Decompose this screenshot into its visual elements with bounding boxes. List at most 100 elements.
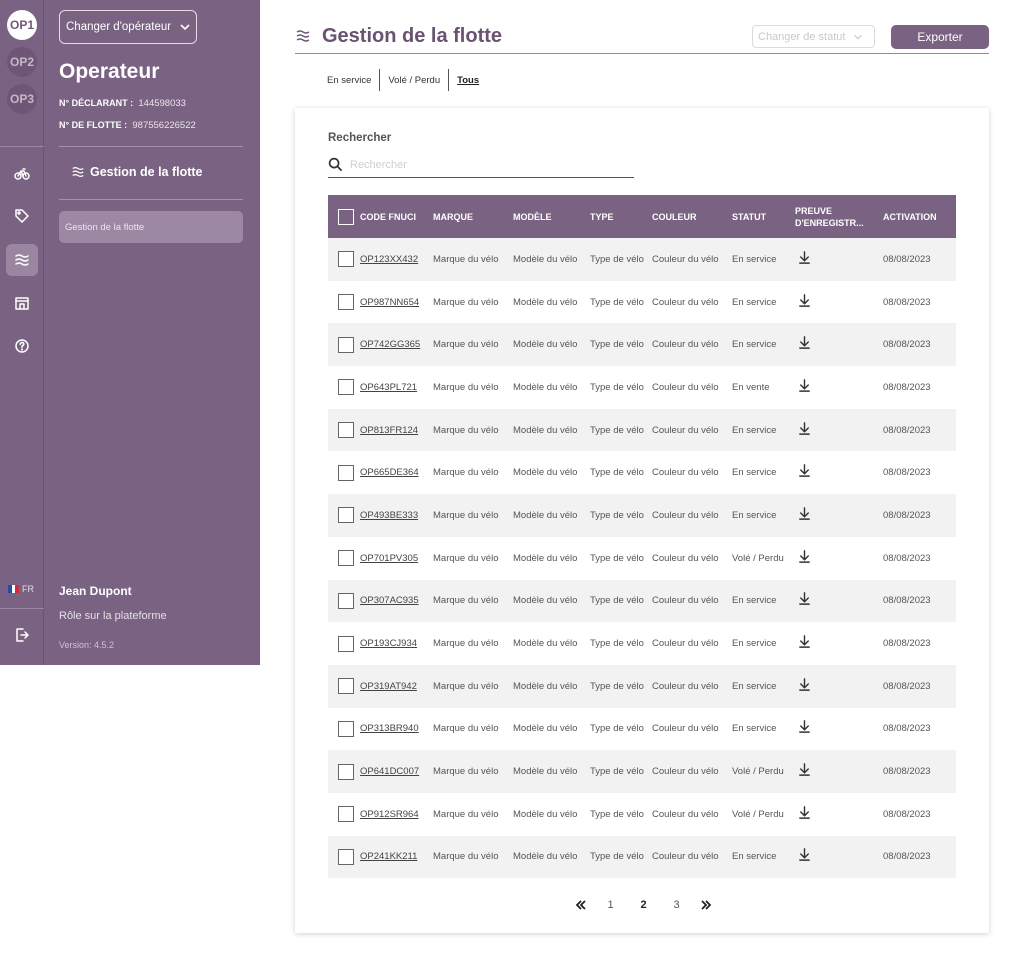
download-icon[interactable] xyxy=(795,805,883,824)
table-row: OP307AC935 Marque du vélo Modèle du vélo Ty… xyxy=(328,579,956,623)
row-checkbox[interactable] xyxy=(338,336,354,353)
download-icon[interactable] xyxy=(795,591,883,610)
row-checkbox[interactable] xyxy=(338,806,354,823)
column-header-marque[interactable]: MARQUE xyxy=(433,212,513,222)
fleet-title-icon xyxy=(295,28,311,49)
fnuci-code-link[interactable]: OP241KK211 xyxy=(360,851,417,862)
row-checkbox[interactable] xyxy=(338,464,354,481)
last-page-button[interactable] xyxy=(693,898,719,912)
download-icon[interactable] xyxy=(795,677,883,696)
fnuci-code-link[interactable]: OP643PL721 xyxy=(360,382,417,393)
filter-en-service[interactable]: En service xyxy=(327,69,381,91)
nav-item-fleet-management[interactable]: Gestion de la flotte xyxy=(59,211,243,243)
download-icon[interactable] xyxy=(795,421,883,440)
cell-modele: Modèle du vélo xyxy=(513,467,578,479)
download-icon[interactable] xyxy=(795,293,883,312)
filter-tous[interactable]: Tous xyxy=(449,69,487,91)
download-icon[interactable] xyxy=(795,847,883,866)
cell-type: Type de vélo xyxy=(590,381,644,393)
page-3[interactable]: 3 xyxy=(660,899,693,911)
download-icon[interactable] xyxy=(795,335,883,354)
cell-couleur: Couleur du vélo xyxy=(652,638,719,650)
help-icon[interactable] xyxy=(6,330,38,362)
filter-vole-perdu[interactable]: Volé / Perdu xyxy=(380,69,450,91)
row-checkbox[interactable] xyxy=(338,422,354,439)
operator-rail: OP1 OP2 OP3 FR xyxy=(0,0,44,665)
tag-icon[interactable] xyxy=(6,200,38,232)
download-icon[interactable] xyxy=(795,378,883,397)
column-header-modele[interactable]: MODÈLE xyxy=(513,212,590,222)
search-input[interactable] xyxy=(350,158,610,171)
double-chevron-left-icon xyxy=(575,900,586,910)
table-body: OP123XX432 Marque du vélo Modèle du vélo Ty… xyxy=(328,238,956,879)
operator-select[interactable]: Changer d'opérateur xyxy=(59,10,197,44)
table-header: CODE FNUCI MARQUE MODÈLE TYPE COULEUR ST… xyxy=(328,195,956,238)
fnuci-code-link[interactable]: OP307AC935 xyxy=(360,595,419,606)
row-checkbox[interactable] xyxy=(338,507,354,524)
row-checkbox[interactable] xyxy=(338,720,354,737)
column-header-type[interactable]: TYPE xyxy=(590,212,652,222)
download-icon[interactable] xyxy=(795,634,883,653)
cell-marque: Marque du vélo xyxy=(433,467,499,479)
column-header-activation[interactable]: ACTIVATION xyxy=(883,212,956,222)
download-icon[interactable] xyxy=(795,549,883,568)
cell-activation: 08/08/2023 xyxy=(883,638,931,650)
column-header-preuve[interactable]: PREUVE D'ENREGISTR... xyxy=(795,205,883,229)
operator-op1[interactable]: OP1 xyxy=(7,10,37,40)
row-checkbox[interactable] xyxy=(338,550,354,567)
row-checkbox[interactable] xyxy=(338,763,354,780)
fleet-icon[interactable] xyxy=(6,244,38,276)
row-checkbox[interactable] xyxy=(338,379,354,396)
cell-modele: Modèle du vélo xyxy=(513,339,578,351)
operator-name: Operateur xyxy=(59,60,160,83)
logout-icon[interactable] xyxy=(6,619,38,651)
fnuci-code-link[interactable]: OP987NN654 xyxy=(360,297,419,308)
rail-divider-bottom xyxy=(0,608,44,609)
fnuci-code-link[interactable]: OP193CJ934 xyxy=(360,638,417,649)
export-button[interactable]: Exporter xyxy=(891,25,989,49)
fnuci-code-link[interactable]: OP123XX432 xyxy=(360,254,418,265)
declarant-value: 144598033 xyxy=(138,98,186,109)
select-all-checkbox[interactable] xyxy=(338,208,354,225)
operator-op3[interactable]: OP3 xyxy=(7,84,37,114)
page-2[interactable]: 2 xyxy=(627,899,660,911)
row-checkbox[interactable] xyxy=(338,678,354,695)
fnuci-code-link[interactable]: OP742GG365 xyxy=(360,339,420,350)
pagination: 1 2 3 xyxy=(568,898,719,912)
row-checkbox[interactable] xyxy=(338,635,354,652)
bicycle-icon[interactable] xyxy=(6,157,38,189)
operator-op2[interactable]: OP2 xyxy=(7,47,37,77)
first-page-button[interactable] xyxy=(568,898,594,912)
page-1[interactable]: 1 xyxy=(594,899,627,911)
fnuci-code-link[interactable]: OP813FR124 xyxy=(360,425,418,436)
row-checkbox[interactable] xyxy=(338,848,354,865)
cell-couleur: Couleur du vélo xyxy=(652,467,719,479)
language-switch[interactable]: FR xyxy=(8,584,34,594)
cell-type: Type de vélo xyxy=(590,339,644,351)
fnuci-code-link[interactable]: OP701PV305 xyxy=(360,553,418,564)
column-header-code[interactable]: CODE FNUCI xyxy=(360,212,433,222)
fnuci-code-link[interactable]: OP665DE364 xyxy=(360,467,419,478)
column-header-statut[interactable]: STATUT xyxy=(732,212,795,222)
fleet-info: N° DE FLOTTE : 987556226522 xyxy=(59,120,196,131)
status-select[interactable]: Changer de statut xyxy=(752,25,875,48)
row-checkbox[interactable] xyxy=(338,294,354,311)
cell-marque: Marque du vélo xyxy=(433,339,499,351)
store-icon[interactable] xyxy=(6,287,38,319)
fnuci-code-link[interactable]: OP313BR940 xyxy=(360,723,419,734)
side-panel: Changer d'opérateur Operateur N° DÉCLARA… xyxy=(44,0,260,665)
table-row: OP313BR940 Marque du vélo Modèle du vélo Ty… xyxy=(328,708,956,751)
download-icon[interactable] xyxy=(795,506,883,525)
download-icon[interactable] xyxy=(795,762,883,781)
column-header-couleur[interactable]: COULEUR xyxy=(652,212,732,222)
fnuci-code-link[interactable]: OP912SR964 xyxy=(360,809,419,820)
fnuci-code-link[interactable]: OP641DC007 xyxy=(360,766,419,777)
row-checkbox[interactable] xyxy=(338,251,354,268)
download-icon[interactable] xyxy=(795,250,883,269)
cell-activation: 08/08/2023 xyxy=(883,595,931,607)
fnuci-code-link[interactable]: OP319AT942 xyxy=(360,681,417,692)
download-icon[interactable] xyxy=(795,463,883,482)
download-icon[interactable] xyxy=(795,719,883,738)
row-checkbox[interactable] xyxy=(338,592,354,609)
fnuci-code-link[interactable]: OP493BE333 xyxy=(360,510,418,521)
